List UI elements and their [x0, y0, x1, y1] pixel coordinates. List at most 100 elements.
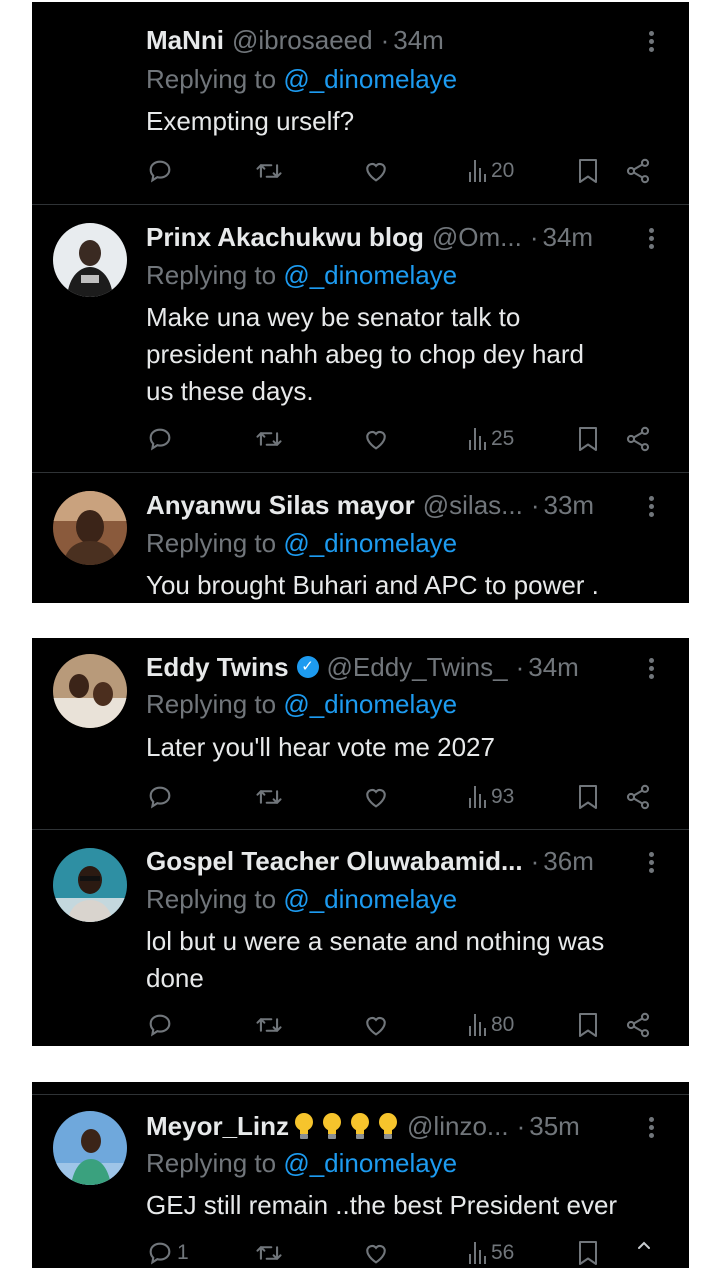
display-name[interactable]: Prinx Akachukwu blog [146, 222, 424, 253]
heart-icon [366, 430, 386, 450]
bookmark-icon [579, 785, 597, 809]
mention-link[interactable]: @_dinomelaye [283, 64, 457, 94]
repost-button[interactable] [254, 1010, 284, 1040]
user-handle[interactable]: @ibrosaeed [232, 25, 373, 56]
like-button[interactable] [362, 156, 390, 186]
bookmark-button[interactable] [576, 156, 600, 186]
views-icon [469, 786, 486, 808]
timestamp[interactable]: 33m [544, 490, 595, 521]
more-icon[interactable] [647, 1114, 655, 1142]
like-button[interactable] [362, 1238, 390, 1268]
reply-button[interactable] [146, 424, 177, 454]
tweet-manni[interactable]: MaNni @ibrosaeed · 34m Replying to @_din… [32, 2, 689, 204]
repost-icon [256, 1246, 282, 1260]
tweet-text: Exempting urself? [146, 103, 666, 140]
avatar[interactable] [53, 491, 127, 565]
mention-link[interactable]: @_dinomelaye [283, 528, 457, 558]
bookmark-icon [579, 1013, 597, 1037]
separator-dot: · [530, 489, 540, 520]
emoji-group [293, 1111, 399, 1141]
tweet-prinx[interactable]: Prinx Akachukwu blog @Om... · 34m Replyi… [32, 205, 689, 472]
more-icon[interactable] [647, 493, 655, 521]
repost-button[interactable] [254, 424, 284, 454]
separator-dot: · [529, 221, 539, 252]
like-button[interactable] [362, 1010, 390, 1040]
tweet-header: Gospel Teacher Oluwabamid... · 36m [146, 843, 635, 879]
reply-icon [149, 1014, 171, 1037]
user-handle[interactable]: @silas... [423, 490, 523, 521]
views-button[interactable]: 56 [468, 1238, 514, 1268]
timestamp[interactable]: 36m [543, 846, 594, 877]
share-button[interactable] [624, 1010, 652, 1040]
user-handle[interactable]: @Eddy_Twins_ [327, 652, 508, 683]
tweet-header: Meyor_Linz @linzo... · 35m [146, 1108, 635, 1144]
bookmark-icon [579, 159, 597, 183]
heart-icon [366, 1244, 386, 1264]
replying-to-label: Replying to [146, 260, 277, 290]
bookmark-button[interactable] [576, 1238, 600, 1268]
repost-button[interactable] [254, 1238, 284, 1268]
timestamp[interactable]: 34m [543, 222, 594, 253]
display-name[interactable]: Meyor_Linz [146, 1111, 289, 1142]
views-button[interactable]: 20 [468, 156, 514, 186]
tweet-gospel-teacher[interactable]: Gospel Teacher Oluwabamid... · 36m Reply… [32, 830, 689, 1046]
reply-button[interactable]: 1 [146, 1238, 189, 1268]
mention-link[interactable]: @_dinomelaye [283, 689, 457, 719]
like-button[interactable] [362, 782, 390, 812]
reply-button[interactable] [146, 1010, 177, 1040]
chevron-up-icon [638, 1241, 650, 1249]
bookmark-button[interactable] [576, 424, 600, 454]
reply-icon [149, 1242, 171, 1265]
tweet-eddy-twins[interactable]: Eddy Twins ✓ @Eddy_Twins_ · 34m Replying… [32, 638, 689, 828]
display-name[interactable]: Anyanwu Silas mayor [146, 490, 415, 521]
mention-link[interactable]: @_dinomelaye [283, 260, 457, 290]
views-button[interactable]: 93 [468, 782, 514, 812]
avatar[interactable] [53, 848, 127, 922]
repost-button[interactable] [254, 782, 284, 812]
timestamp[interactable]: 35m [529, 1111, 580, 1142]
repost-button[interactable] [254, 156, 284, 186]
views-icon [469, 1242, 486, 1264]
heart-icon [366, 162, 386, 182]
more-icon[interactable] [647, 655, 655, 683]
views-button[interactable]: 25 [468, 424, 514, 454]
replying-to: Replying to @_dinomelaye [146, 689, 457, 720]
views-button[interactable]: 80 [468, 1010, 514, 1040]
replying-to: Replying to @_dinomelaye [146, 260, 457, 291]
share-button[interactable] [624, 424, 652, 454]
share-button[interactable] [624, 782, 652, 812]
timestamp[interactable]: 34m [528, 652, 579, 683]
like-button[interactable] [362, 424, 390, 454]
bookmark-button[interactable] [576, 782, 600, 812]
more-icon[interactable] [647, 225, 655, 253]
reply-button[interactable] [146, 156, 177, 186]
display-name[interactable]: Eddy Twins [146, 652, 289, 683]
scroll-up-button[interactable] [634, 1231, 654, 1261]
timestamp[interactable]: 34m [393, 25, 444, 56]
views-count: 93 [491, 785, 515, 808]
display-name[interactable]: MaNni [146, 25, 224, 56]
avatar[interactable] [53, 654, 127, 728]
share-button[interactable] [624, 156, 652, 186]
display-name[interactable]: Gospel Teacher Oluwabamid... [146, 846, 523, 877]
replying-to: Replying to @_dinomelaye [146, 528, 457, 559]
share-icon [626, 784, 650, 810]
tweet-anyanwu[interactable]: Anyanwu Silas mayor @silas... · 33m Repl… [32, 473, 689, 603]
mention-link[interactable]: @_dinomelaye [283, 884, 457, 914]
replying-to-label: Replying to [146, 884, 277, 914]
avatar[interactable] [53, 223, 127, 297]
more-icon[interactable] [647, 28, 655, 56]
replying-to: Replying to @_dinomelaye [146, 884, 457, 915]
user-handle[interactable]: @linzo... [407, 1111, 509, 1142]
avatar[interactable] [53, 1111, 127, 1185]
bookmark-button[interactable] [576, 1010, 600, 1040]
mention-link[interactable]: @_dinomelaye [283, 1148, 457, 1178]
tweet-meyor-linz[interactable]: Meyor_Linz @linzo... · 35m Replying to @… [32, 1095, 689, 1268]
tweet-text-line: You brought Buhari and APC to power . [146, 570, 599, 600]
tweet-header: Anyanwu Silas mayor @silas... · 33m [146, 487, 635, 523]
more-icon[interactable] [647, 849, 655, 877]
tweet-header: MaNni @ibrosaeed · 34m [146, 22, 635, 58]
share-icon [626, 426, 650, 452]
user-handle[interactable]: @Om... [432, 222, 522, 253]
reply-button[interactable] [146, 782, 177, 812]
